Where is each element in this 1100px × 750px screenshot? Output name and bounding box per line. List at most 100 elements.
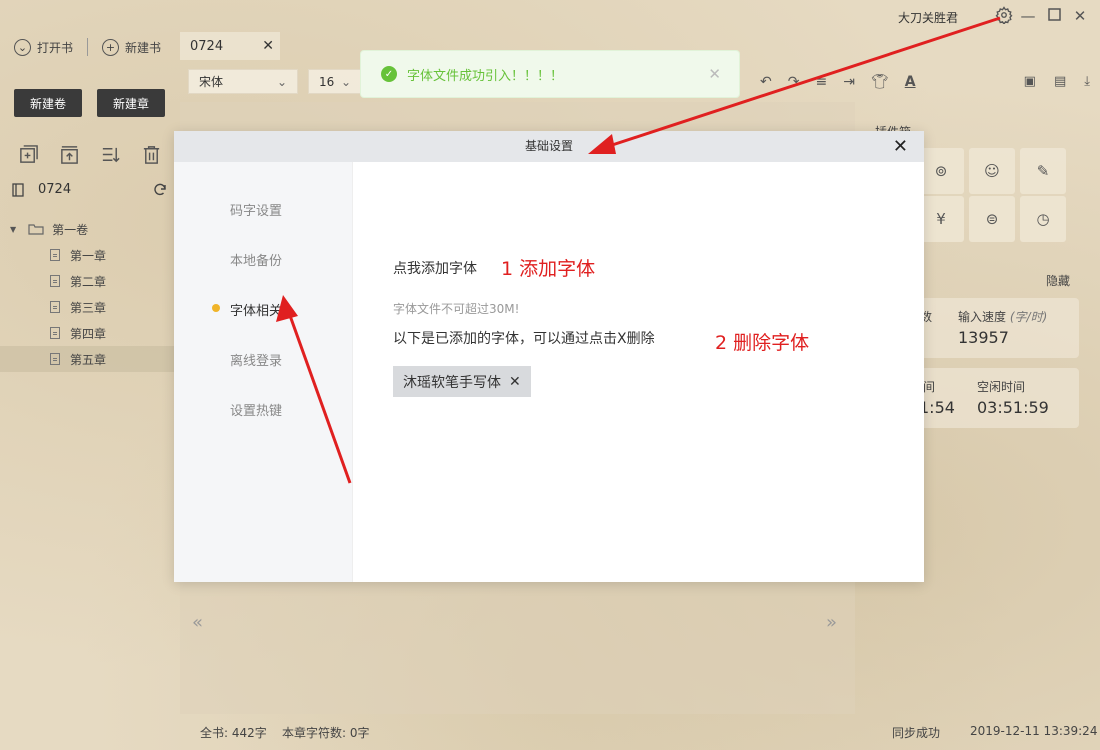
- new-book-button[interactable]: + 新建书: [102, 38, 175, 56]
- tree-toolbar: [18, 144, 162, 165]
- book-name: 0724: [38, 182, 72, 197]
- clock-icon[interactable]: ◷: [1020, 196, 1066, 242]
- download-icon[interactable]: ⤓: [1084, 74, 1090, 89]
- redo-icon[interactable]: ↷: [788, 74, 800, 90]
- add-font-link[interactable]: 点我添加字体: [393, 258, 477, 278]
- next-page-icon[interactable]: »: [826, 612, 837, 633]
- settings-modal: 基础设置 ✕ 码字设置 本地备份 字体相关 离线登录 设置热键 点我添加字体 1…: [174, 131, 924, 582]
- new-volume-button[interactable]: 新建卷: [14, 89, 82, 117]
- stat-value-idle: 03:51:59: [977, 398, 1049, 417]
- close-icon[interactable]: ✕: [708, 65, 721, 83]
- chapter-item[interactable]: 第四章: [0, 320, 175, 346]
- plugin-grid: ⊚ ☺︎ ✎ ¥ ⊜ ◷: [918, 148, 1068, 242]
- prev-page-icon[interactable]: «: [192, 612, 203, 633]
- open-book-label: 打开书: [37, 40, 74, 55]
- sort-icon[interactable]: [100, 144, 121, 165]
- chapter-tree: ▼ 第一卷 第一章第二章第三章第四章第五章: [0, 216, 175, 372]
- stat-value-speed: 13957: [958, 328, 1009, 347]
- undo-icon[interactable]: ↶: [760, 74, 772, 90]
- file-toolbar: ▣ ▤ ⤓: [1024, 74, 1090, 89]
- chapter-item[interactable]: 第一章: [0, 242, 175, 268]
- success-toast: ✓ 字体文件成功引入！！！！ ✕: [360, 50, 740, 98]
- chapter-label: 第三章: [70, 300, 107, 315]
- tab-0724[interactable]: 0724 ✕: [180, 32, 280, 60]
- yen-icon[interactable]: ¥: [918, 196, 964, 242]
- sidebar-item-backup[interactable]: 本地备份: [230, 250, 282, 269]
- lock-icon[interactable]: ⊜: [969, 196, 1015, 242]
- caret-down-icon[interactable]: ▼: [10, 225, 16, 234]
- annotation-add-font: 1 添加字体: [501, 258, 596, 280]
- open-book-button[interactable]: ⌄ 打开书: [14, 38, 87, 56]
- divider: [87, 38, 89, 56]
- chapter-chars: 本章字符数: 0字: [282, 726, 370, 740]
- new-chapter-button[interactable]: 新建章: [97, 89, 165, 117]
- chapter-label: 第二章: [70, 274, 107, 289]
- align-icon[interactable]: ≡: [815, 74, 827, 90]
- chevron-down-icon: ⌄: [340, 74, 351, 89]
- modal-header: 基础设置 ✕: [174, 131, 924, 162]
- close-window-icon[interactable]: ✕: [1070, 6, 1090, 26]
- remove-font-icon[interactable]: ✕: [509, 374, 521, 390]
- close-tab-icon[interactable]: ✕: [262, 38, 274, 54]
- font-size-value: 16: [319, 74, 335, 89]
- text-color-icon[interactable]: A: [905, 74, 916, 90]
- sidebar-item-fonts[interactable]: 字体相关: [212, 300, 282, 319]
- save-as-icon[interactable]: ▤: [1054, 74, 1066, 89]
- document-icon: [50, 301, 60, 313]
- chapter-label: 第五章: [70, 352, 107, 367]
- font-list-description: 以下是已添加的字体，可以通过点击X删除: [393, 331, 655, 347]
- pencil-icon[interactable]: ✎: [1020, 148, 1066, 194]
- editor-toolbar: ↶ ↷ ≡ ⇥ 👕︎ A: [760, 74, 916, 90]
- gear-icon[interactable]: [994, 6, 1014, 26]
- indent-icon[interactable]: ⇥: [843, 74, 855, 90]
- username[interactable]: 大刀关胜君: [898, 9, 958, 26]
- book-actions: ⌄ 打开书 + 新建书: [14, 38, 175, 56]
- plus-icon: +: [102, 38, 120, 56]
- search-plugin-icon[interactable]: ⊚: [918, 148, 964, 194]
- chapter-label: 第一章: [70, 248, 107, 263]
- trash-icon[interactable]: [141, 144, 162, 165]
- active-dot: [212, 304, 220, 312]
- font-family-select[interactable]: 宋体 ⌄: [188, 69, 298, 94]
- book-row[interactable]: 0724: [12, 182, 172, 197]
- font-tag: 沐瑶软笔手写体 ✕: [393, 366, 531, 397]
- modal-title: 基础设置: [524, 139, 573, 153]
- sync-status: 同步成功: [892, 726, 941, 740]
- title-bar: 大刀关胜君 — ✕: [0, 0, 1100, 32]
- sidebar-item-typing[interactable]: 码字设置: [230, 200, 282, 219]
- font-tag-label: 沐瑶软笔手写体: [403, 374, 501, 391]
- chapter-item[interactable]: 第五章: [0, 346, 175, 372]
- minimize-icon[interactable]: —: [1018, 6, 1038, 26]
- stat-label-idle: 空闲时间: [977, 380, 1026, 394]
- chevron-down-icon: ⌄: [14, 38, 31, 56]
- save-icon[interactable]: ▣: [1024, 74, 1036, 89]
- avatar-plugin-icon[interactable]: ☺︎: [969, 148, 1015, 194]
- upload-icon[interactable]: [59, 144, 80, 165]
- folder-icon: [28, 224, 44, 235]
- document-icon: [50, 275, 60, 287]
- volume-item[interactable]: ▼ 第一卷: [0, 216, 175, 242]
- datetime: 2019-12-11 13:39:24: [970, 724, 1098, 738]
- chapter-item[interactable]: 第三章: [0, 294, 175, 320]
- sidebar-item-offline-login[interactable]: 离线登录: [230, 350, 282, 369]
- shirt-icon[interactable]: 👕︎: [871, 74, 889, 90]
- document-icon: [50, 249, 60, 261]
- font-size-select[interactable]: 16 ⌄: [308, 69, 362, 94]
- document-icon: [50, 353, 60, 365]
- maximize-icon[interactable]: [1044, 6, 1064, 26]
- stat-value-time: 1:54: [919, 398, 955, 417]
- chapter-item[interactable]: 第二章: [0, 268, 175, 294]
- sidebar-item-hotkeys[interactable]: 设置热键: [230, 400, 282, 419]
- chevron-down-icon: ⌄: [276, 74, 287, 89]
- settings-sidebar: 码字设置 本地备份 字体相关 离线登录 设置热键: [174, 162, 353, 582]
- refresh-icon[interactable]: [152, 182, 168, 198]
- hide-link[interactable]: 隐藏: [1046, 272, 1070, 289]
- font-size-hint: 字体文件不可超过30M!: [393, 302, 520, 316]
- close-icon[interactable]: ✕: [893, 131, 908, 162]
- book-icon: [12, 182, 24, 197]
- font-family-value: 宋体: [199, 75, 224, 89]
- chapter-label: 第四章: [70, 326, 107, 341]
- tab-label: 0724: [190, 38, 224, 54]
- toast-message: 字体文件成功引入！！！！: [407, 68, 564, 84]
- add-item-icon[interactable]: [18, 144, 39, 165]
